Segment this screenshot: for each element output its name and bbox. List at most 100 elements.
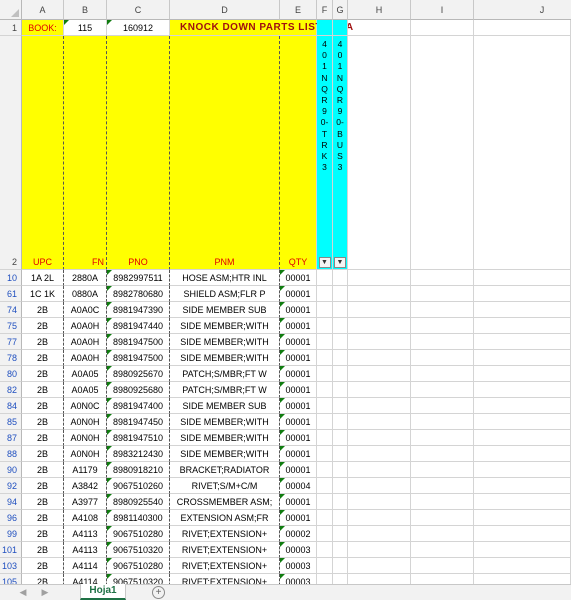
cell[interactable] xyxy=(317,526,333,542)
cell-fn[interactable]: A0A05 xyxy=(64,366,107,382)
cell-pno[interactable]: 8980925670 xyxy=(107,366,170,382)
cell[interactable] xyxy=(411,398,474,414)
cell-pno[interactable]: 8981947390 xyxy=(107,302,170,318)
cell-qty[interactable]: 00001 xyxy=(280,350,317,366)
cell[interactable] xyxy=(333,494,348,510)
cell[interactable] xyxy=(317,382,333,398)
cell-qty[interactable]: 00003 xyxy=(280,574,317,584)
cell[interactable] xyxy=(411,318,474,334)
cell[interactable] xyxy=(317,558,333,574)
cell[interactable] xyxy=(317,462,333,478)
cell[interactable] xyxy=(474,270,571,286)
vertical-header-f[interactable]: 401NQR90-TRK3 ▼ xyxy=(317,36,333,270)
cell[interactable] xyxy=(333,398,348,414)
cell-upc[interactable]: 2B xyxy=(22,318,64,334)
cell-fn[interactable]: A0A0H xyxy=(64,318,107,334)
cell[interactable] xyxy=(411,36,474,270)
column-header-a[interactable]: A xyxy=(22,0,64,20)
cell-upc[interactable]: 2B xyxy=(22,398,64,414)
cell-upc[interactable]: 1C 1K xyxy=(22,286,64,302)
cell-fn[interactable]: A4114 xyxy=(64,574,107,584)
cell-upc[interactable]: 2B xyxy=(22,462,64,478)
cell[interactable] xyxy=(474,398,571,414)
cell-pnm[interactable]: RIVET;EXTENSION+ xyxy=(170,574,280,584)
cell[interactable] xyxy=(348,398,411,414)
header-fn[interactable]: FN xyxy=(64,36,107,270)
cell[interactable] xyxy=(333,558,348,574)
header-qty[interactable]: QTY xyxy=(280,36,317,270)
cell[interactable] xyxy=(348,286,411,302)
cell[interactable] xyxy=(348,478,411,494)
cell[interactable] xyxy=(411,542,474,558)
cell-pno[interactable]: 9067510320 xyxy=(107,574,170,584)
cell[interactable] xyxy=(333,382,348,398)
cell-pnm[interactable]: RIVET;S/M+C/M xyxy=(170,478,280,494)
scroll-tabs-right-icon[interactable]: ▶ xyxy=(38,586,52,599)
column-header-c[interactable]: C xyxy=(107,0,170,20)
row-header[interactable]: 77 xyxy=(0,334,22,350)
column-header-h[interactable]: H xyxy=(348,0,411,20)
cell-pnm[interactable]: SIDE MEMBER;WITH xyxy=(170,414,280,430)
cell-pnm[interactable]: BRACKET;RADIATOR xyxy=(170,462,280,478)
cell[interactable] xyxy=(474,366,571,382)
cell-qty[interactable]: 00001 xyxy=(280,366,317,382)
cell[interactable] xyxy=(474,36,571,270)
cell[interactable] xyxy=(474,430,571,446)
cell-upc[interactable]: 2B xyxy=(22,510,64,526)
cell[interactable] xyxy=(317,446,333,462)
cell[interactable] xyxy=(348,526,411,542)
cell-pno[interactable]: 9067510280 xyxy=(107,558,170,574)
cell[interactable] xyxy=(411,350,474,366)
cell[interactable] xyxy=(333,446,348,462)
cell-upc[interactable]: 2B xyxy=(22,350,64,366)
row-header[interactable]: 90 xyxy=(0,462,22,478)
cell[interactable] xyxy=(411,430,474,446)
cell-qty[interactable]: 00001 xyxy=(280,334,317,350)
row-header[interactable]: 75 xyxy=(0,318,22,334)
cell-fn[interactable]: A4114 xyxy=(64,558,107,574)
cell-qty[interactable]: 00001 xyxy=(280,462,317,478)
cell-upc[interactable]: 2B xyxy=(22,414,64,430)
header-pnm[interactable]: PNM xyxy=(170,36,280,270)
cell[interactable] xyxy=(348,542,411,558)
cell-pno[interactable]: 8980925540 xyxy=(107,494,170,510)
cell-pno[interactable]: 8983212430 xyxy=(107,446,170,462)
cell[interactable] xyxy=(411,302,474,318)
cell[interactable] xyxy=(348,574,411,584)
cell-pnm[interactable]: CROSSMEMBER ASM; xyxy=(170,494,280,510)
cell[interactable] xyxy=(317,350,333,366)
cell-fn[interactable]: A0A0H xyxy=(64,334,107,350)
cell[interactable] xyxy=(333,20,348,36)
row-header[interactable]: 96 xyxy=(0,510,22,526)
header-upc[interactable]: UPC xyxy=(22,36,64,270)
cell[interactable] xyxy=(474,510,571,526)
cell-fn[interactable]: A4108 xyxy=(64,510,107,526)
cell-pno[interactable]: 8981947450 xyxy=(107,414,170,430)
cell-pno[interactable]: 9067510280 xyxy=(107,526,170,542)
cell[interactable] xyxy=(474,302,571,318)
cell[interactable] xyxy=(317,270,333,286)
cell[interactable] xyxy=(317,542,333,558)
cell[interactable] xyxy=(348,446,411,462)
cell[interactable] xyxy=(333,510,348,526)
cell-fn[interactable]: A0A0H xyxy=(64,350,107,366)
cell-upc[interactable]: 2B xyxy=(22,366,64,382)
cell[interactable] xyxy=(317,398,333,414)
cell[interactable] xyxy=(411,414,474,430)
cell[interactable] xyxy=(317,430,333,446)
column-header-i[interactable]: I xyxy=(411,0,474,20)
cell-pnm[interactable]: RIVET;EXTENSION+ xyxy=(170,542,280,558)
cell-upc[interactable]: 2B xyxy=(22,446,64,462)
cell[interactable] xyxy=(411,574,474,584)
cell-pno[interactable]: 8981140300 xyxy=(107,510,170,526)
cell[interactable] xyxy=(333,542,348,558)
cell[interactable] xyxy=(474,382,571,398)
cell[interactable] xyxy=(411,366,474,382)
cell-qty[interactable]: 00001 xyxy=(280,286,317,302)
cell[interactable] xyxy=(317,366,333,382)
cell-pnm[interactable]: SIDE MEMBER;WITH xyxy=(170,430,280,446)
cell[interactable] xyxy=(348,510,411,526)
cell[interactable] xyxy=(317,478,333,494)
cell-fn[interactable]: A0N0H xyxy=(64,430,107,446)
cell-upc[interactable]: 2B xyxy=(22,382,64,398)
